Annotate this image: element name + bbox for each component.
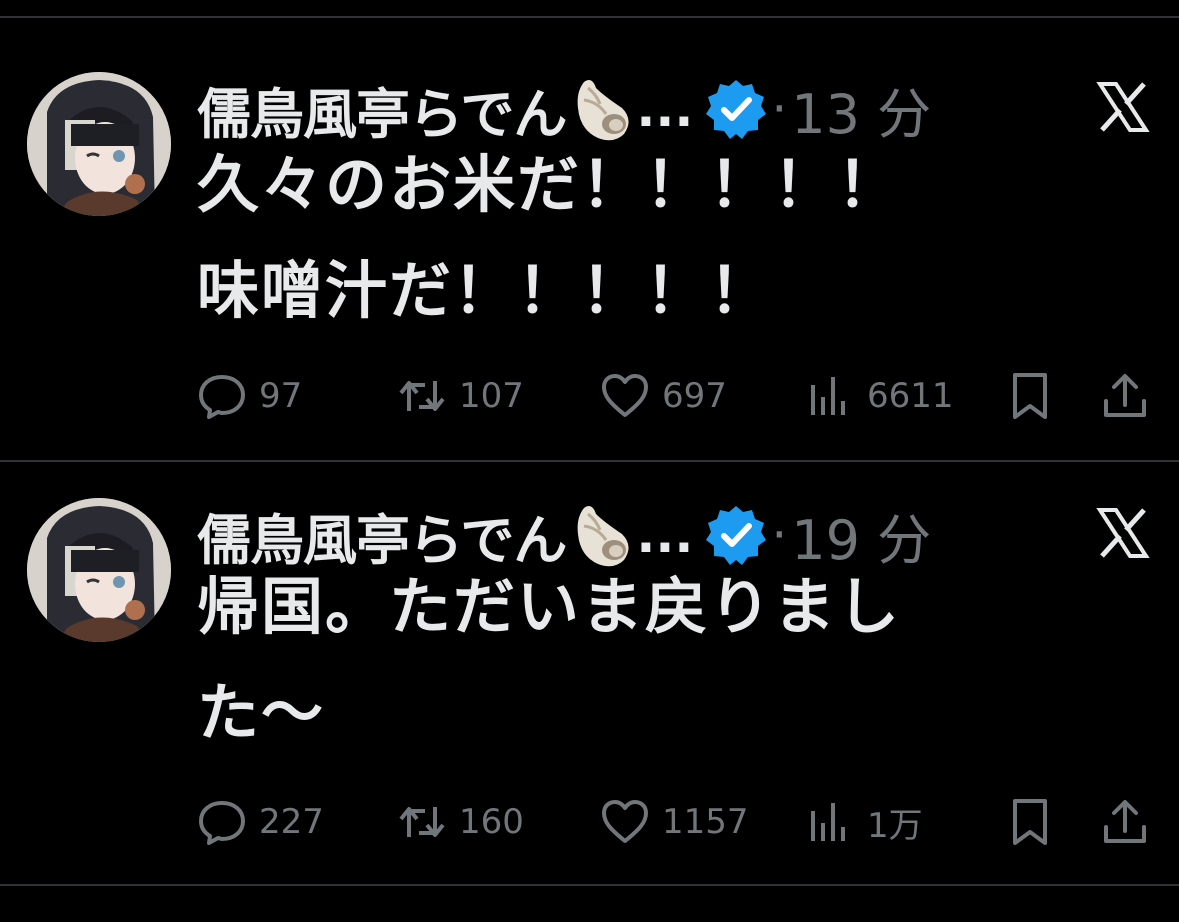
share-button[interactable] — [1100, 366, 1150, 426]
x-logo-icon[interactable] — [1096, 80, 1150, 134]
tweet-text: 久々のお米だ！！！！！ 味噌汁だ！！！！！ — [197, 148, 902, 327]
repost-count: 107 — [459, 376, 524, 416]
views-chart-icon — [811, 377, 845, 415]
bookmark-icon — [1013, 373, 1047, 419]
heart-icon — [602, 800, 648, 843]
reply-icon — [199, 801, 245, 845]
like-button[interactable]: 1157 — [600, 792, 749, 852]
top-divider — [0, 16, 1179, 18]
name-ellipsis: ... — [636, 80, 694, 138]
views-count: 1万 — [867, 805, 923, 846]
like-button[interactable]: 697 — [600, 366, 727, 426]
reply-button[interactable]: 97 — [197, 366, 302, 426]
author-avatar[interactable] — [27, 72, 171, 216]
reply-icon — [199, 375, 245, 419]
verified-badge-icon — [705, 78, 767, 140]
views-chart-icon — [811, 803, 845, 841]
tweet-actions: 97 107 697 6611 — [0, 366, 1179, 426]
reply-count: 97 — [259, 376, 303, 416]
tweet-2[interactable]: 儒鳥風亭らでん ... · 19 分 帰国。ただいま戻りまし た〜 227 16… — [0, 498, 1179, 888]
time-separator: · — [771, 80, 788, 138]
x-logo-icon[interactable] — [1096, 506, 1150, 560]
bottom-divider — [0, 884, 1179, 886]
views-count: 6611 — [867, 376, 954, 416]
bookmark-icon — [1013, 799, 1047, 845]
tweet-actions: 227 160 1157 1万 — [0, 792, 1179, 852]
share-button[interactable] — [1100, 792, 1150, 852]
share-icon — [1104, 800, 1146, 843]
repost-button[interactable]: 107 — [397, 366, 524, 426]
tweet-divider — [0, 460, 1179, 462]
tweet-text: 帰国。ただいま戻りまし た〜 — [197, 570, 902, 749]
views-button[interactable]: 6611 — [805, 366, 954, 426]
reply-button[interactable]: 227 — [197, 792, 324, 852]
bookmark-button[interactable] — [1005, 792, 1055, 852]
like-count: 1157 — [662, 802, 749, 842]
repost-count: 160 — [459, 802, 524, 842]
heart-icon — [602, 374, 648, 417]
repost-button[interactable]: 160 — [397, 792, 524, 852]
reply-count: 227 — [259, 802, 324, 842]
tweet-1[interactable]: 儒鳥風亭らでん ... · 13 分 久々のお米だ！！！！！ 味噌汁だ！！！！！ — [0, 72, 1179, 462]
repost-icon — [399, 381, 445, 411]
like-count: 697 — [662, 376, 727, 416]
author-avatar[interactable] — [27, 498, 171, 642]
repost-icon — [399, 807, 445, 837]
views-button[interactable]: 1万 — [805, 792, 923, 852]
share-icon — [1104, 374, 1146, 417]
bookmark-button[interactable] — [1005, 366, 1055, 426]
